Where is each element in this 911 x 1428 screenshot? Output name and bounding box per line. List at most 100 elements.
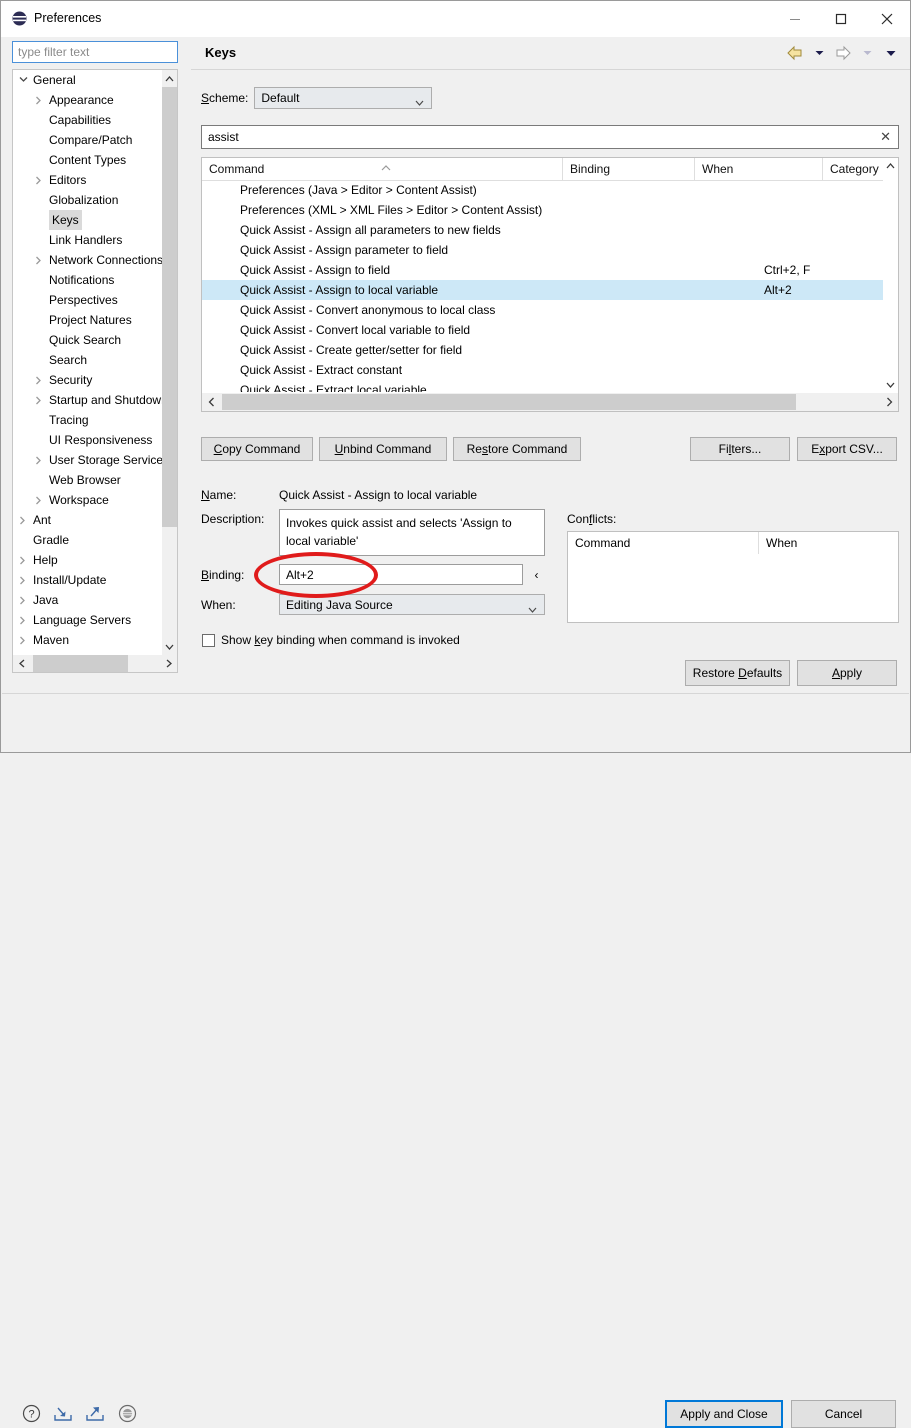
export-icon[interactable] (84, 1402, 106, 1424)
sidebar-item-globalization[interactable]: Globalization (13, 190, 163, 210)
tree-hscrollbar-thumb[interactable] (33, 655, 128, 672)
sidebar-item-general[interactable]: General (13, 70, 163, 90)
preferences-tree[interactable]: General Appearance Capabilities Compare/Pat… (12, 69, 178, 673)
cancel-button[interactable]: Cancel (791, 1400, 896, 1428)
sidebar-item-web-browser[interactable]: Web Browser (13, 470, 163, 490)
tree-vertical-scrollbar[interactable] (162, 70, 177, 655)
scheme-select[interactable]: Default (254, 87, 433, 109)
scroll-down-icon[interactable] (162, 638, 177, 655)
chevron-right-icon[interactable] (35, 170, 45, 190)
sidebar-item-java[interactable]: Java (13, 590, 163, 610)
chevron-right-icon[interactable] (19, 610, 29, 630)
unbind-command-button[interactable]: Unbind Command (319, 437, 447, 461)
table-row[interactable]: Quick Assist - Convert local variable to… (202, 320, 884, 340)
chevron-right-icon[interactable] (19, 590, 29, 610)
when-select[interactable]: Editing Java Source (279, 594, 545, 615)
sidebar-item-startup-and-shutdown[interactable]: Startup and Shutdown (13, 390, 163, 410)
back-dropdown-icon[interactable] (808, 42, 830, 64)
binding-input[interactable]: Alt+2 (279, 564, 523, 585)
sidebar-item-security[interactable]: Security (13, 370, 163, 390)
binding-picker-button[interactable]: ‹ (527, 564, 546, 585)
tree-horizontal-scrollbar[interactable] (13, 655, 177, 672)
chevron-right-icon[interactable] (35, 390, 45, 410)
close-button[interactable] (864, 1, 910, 37)
chevron-right-icon[interactable] (19, 550, 29, 570)
sidebar-item-ui-responsiveness[interactable]: UI Responsiveness (13, 430, 163, 450)
sidebar-item-link-handlers[interactable]: Link Handlers (13, 230, 163, 250)
sidebar-item-appearance[interactable]: Appearance (13, 90, 163, 110)
table-row[interactable]: Quick Assist - Assign to fieldCtrl+2, FE… (202, 260, 884, 280)
table-row[interactable]: Quick Assist - Assign parameter to field… (202, 240, 884, 260)
scroll-right-icon[interactable] (160, 655, 177, 672)
table-row[interactable]: Quick Assist - Assign all parameters to … (202, 220, 884, 240)
tree-filter-input[interactable]: type filter text (12, 41, 178, 63)
apply-button[interactable]: Apply (797, 660, 897, 686)
sidebar-item-compare-patch[interactable]: Compare/Patch (13, 130, 163, 150)
sidebar-item-content-types[interactable]: Content Types (13, 150, 163, 170)
sidebar-item-workspace[interactable]: Workspace (13, 490, 163, 510)
scroll-left-icon[interactable] (13, 655, 30, 672)
table-row[interactable]: Quick Assist - Create getter/setter for … (202, 340, 884, 360)
sidebar-item-perspectives[interactable]: Perspectives (13, 290, 163, 310)
show-key-binding-checkbox-row[interactable]: Show key binding when command is invoked (202, 633, 460, 647)
sidebar-item-quick-search[interactable]: Quick Search (13, 330, 163, 350)
sidebar-item-maven[interactable]: Maven (13, 630, 163, 650)
table-scroll-down-icon[interactable] (883, 377, 898, 393)
sidebar-item-language-servers[interactable]: Language Servers (13, 610, 163, 630)
chevron-right-icon[interactable] (35, 250, 45, 270)
help-icon[interactable]: ? (20, 1402, 42, 1424)
table-row[interactable]: Quick Assist - Extract local variableSou… (202, 380, 884, 392)
table-row[interactable]: Preferences (XML > XML Files > Editor > … (202, 200, 884, 220)
sidebar-item-network-connections[interactable]: Network Connections (13, 250, 163, 270)
back-arrow-icon[interactable] (784, 42, 806, 64)
sidebar-item-install-update[interactable]: Install/Update (13, 570, 163, 590)
maximize-button[interactable] (818, 1, 864, 37)
table-row[interactable]: Preferences (Java > Editor > Content Ass… (202, 180, 884, 200)
description-textarea[interactable]: Invokes quick assist and selects 'Assign… (279, 509, 545, 556)
sidebar-item-editors[interactable]: Editors (13, 170, 163, 190)
chevron-down-icon[interactable] (19, 70, 29, 90)
chevron-right-icon[interactable] (35, 490, 45, 510)
key-bindings-table[interactable]: Command Binding When Category Preference… (201, 157, 899, 412)
sidebar-item-user-storage-service[interactable]: User Storage Service (13, 450, 163, 470)
apply-and-close-button[interactable]: Apply and Close (665, 1400, 783, 1428)
table-horizontal-scrollbar[interactable] (202, 393, 898, 411)
sidebar-item-ant[interactable]: Ant (13, 510, 163, 530)
sidebar-item-gradle[interactable]: Gradle (13, 530, 163, 550)
show-key-binding-checkbox[interactable] (202, 633, 215, 647)
chevron-right-icon[interactable] (35, 370, 45, 390)
keys-filter-input[interactable]: assist ✕ (201, 125, 899, 149)
sidebar-item-search[interactable]: Search (13, 350, 163, 370)
chevron-right-icon[interactable] (19, 630, 29, 650)
sidebar-item-keys[interactable]: Keys (13, 210, 163, 230)
tree-scrollbar-thumb[interactable] (162, 87, 177, 527)
sidebar-item-capabilities[interactable]: Capabilities (13, 110, 163, 130)
restore-defaults-button[interactable]: Restore Defaults (685, 660, 790, 686)
chevron-right-icon[interactable] (35, 450, 45, 470)
table-row[interactable]: Quick Assist - Convert anonymous to loca… (202, 300, 884, 320)
table-vertical-scrollbar[interactable] (883, 158, 898, 393)
table-scroll-left-icon[interactable] (202, 393, 220, 411)
copy-command-button[interactable]: Copy Command (201, 437, 313, 461)
sidebar-item-tracing[interactable]: Tracing (13, 410, 163, 430)
table-hscrollbar-thumb[interactable] (222, 394, 796, 410)
export-csv-button[interactable]: Export CSV... (797, 437, 897, 461)
restore-command-button[interactable]: Restore Command (453, 437, 581, 461)
clear-icon[interactable]: ✕ (880, 129, 891, 145)
table-scroll-right-icon[interactable] (880, 393, 898, 411)
about-icon[interactable] (116, 1402, 138, 1424)
table-row[interactable]: Quick Assist - Extract constantSource (202, 360, 884, 380)
view-menu-icon[interactable] (880, 42, 902, 64)
sidebar-item-project-natures[interactable]: Project Natures (13, 310, 163, 330)
table-row[interactable]: Quick Assist - Assign to local variable A… (202, 280, 884, 300)
sidebar-item-help[interactable]: Help (13, 550, 163, 570)
chevron-right-icon[interactable] (19, 570, 29, 590)
minimize-button[interactable] (772, 1, 818, 37)
table-scroll-up-icon[interactable] (883, 158, 898, 174)
scroll-up-icon[interactable] (162, 70, 177, 87)
conflicts-table[interactable]: Command When (567, 531, 899, 623)
chevron-right-icon[interactable] (19, 510, 29, 530)
chevron-right-icon[interactable] (35, 90, 45, 110)
sidebar-item-notifications[interactable]: Notifications (13, 270, 163, 290)
filters-button[interactable]: Filters... (690, 437, 790, 461)
